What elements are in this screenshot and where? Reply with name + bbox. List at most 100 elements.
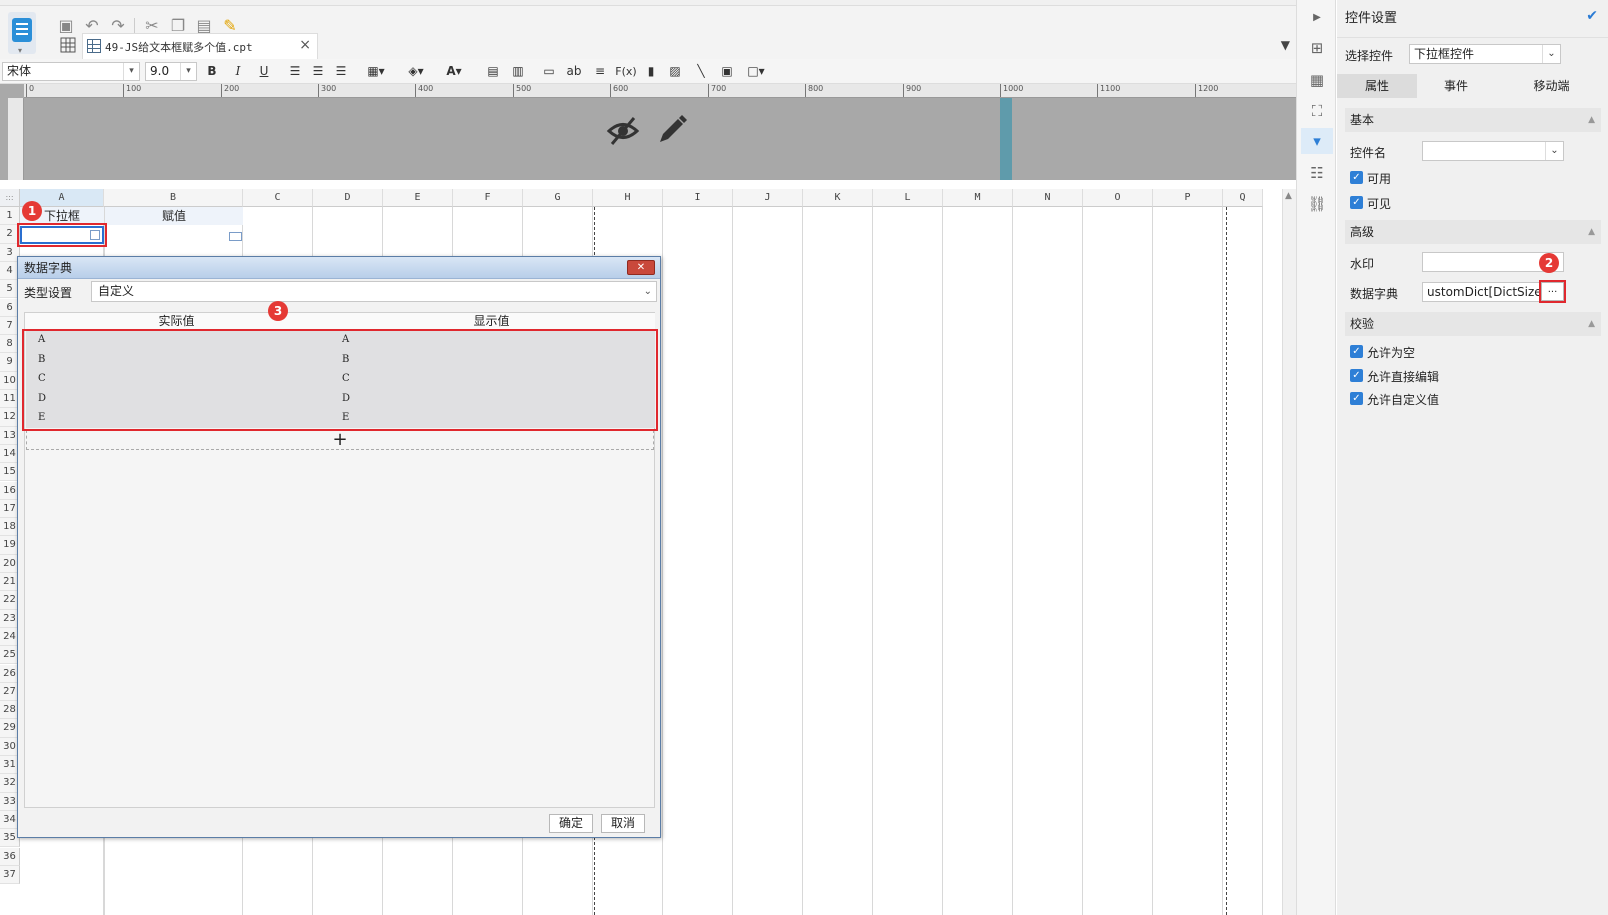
type-setting-value: 自定义 (98, 284, 135, 298)
apply-check-icon[interactable]: ✔ (1586, 8, 1598, 24)
section-title: 高级 (1350, 225, 1375, 239)
enabled-checkbox[interactable]: ✓ (1350, 171, 1363, 184)
hyperlink-icon[interactable]: ⛓ (1307, 194, 1327, 214)
align-right-icon[interactable]: ☰ (332, 63, 350, 80)
allow-edit-checkbox[interactable]: ✓ (1350, 369, 1363, 382)
widget-type-select[interactable]: 下拉框控件 ⌄ (1409, 44, 1561, 64)
align-center-icon[interactable]: ☰ (309, 63, 327, 80)
cell-b1[interactable]: 赋值 (105, 207, 243, 225)
scroll-up-icon[interactable]: ▲ (1285, 191, 1292, 201)
column-header-f[interactable]: F (453, 189, 523, 207)
collapse-arrow-icon[interactable]: ▶ (1307, 8, 1327, 28)
text-wrap-button[interactable]: ab (564, 63, 584, 80)
tab-mobile[interactable]: 移动端 (1495, 74, 1608, 98)
dialog-close-button[interactable]: ✕ (627, 260, 655, 275)
widget-type-value: 下拉框控件 (1414, 47, 1475, 61)
close-tab-icon[interactable]: × (299, 37, 311, 53)
align-left-icon[interactable]: ☰ (286, 63, 304, 80)
widget-name-label: 控件名 (1350, 146, 1387, 160)
allow-empty-label: 允许为空 (1367, 346, 1416, 360)
widget-settings-icon[interactable]: ▾ (1307, 131, 1327, 151)
toolbar-divider (134, 18, 135, 34)
insert-row-icon[interactable]: ▭ (540, 63, 558, 80)
page-edge-marker[interactable] (1000, 98, 1012, 180)
row-header-36[interactable]: 36 (0, 847, 20, 866)
condition-attribute-icon[interactable]: ☷ (1307, 163, 1327, 183)
data-dictionary-dialog: 数据字典 ✕ 类型设置 自定义 ⌄ 实际值 显示值 AA BB CC DD EE… (17, 256, 661, 838)
image-icon[interactable]: ▨ (666, 63, 684, 80)
format-toolbar: 宋体 ▾ 9.0 ▾ B I U ☰ ☰ ☰ ▦▾ ◈▾ A▾ ▤ ▥ ▭ ab ≡… (0, 59, 1300, 84)
column-header-display[interactable]: 显示值 (328, 313, 655, 330)
font-family-select[interactable]: 宋体 ▾ (2, 62, 140, 81)
report-grid-icon[interactable] (60, 37, 76, 53)
cell-element-icon[interactable]: ⊞ (1307, 38, 1327, 58)
tab-events[interactable]: 事件 (1417, 74, 1495, 98)
font-color-icon[interactable]: A▾ (440, 63, 468, 80)
merge-cells-icon[interactable]: ▤ (484, 63, 502, 80)
allow-edit-label: 允许直接编辑 (1367, 370, 1440, 384)
file-tab[interactable]: 49-JS给文本框赋多个值.cpt × (82, 33, 318, 59)
chart-icon[interactable]: ▮ (642, 63, 660, 80)
widget-name-input[interactable]: ⌄ (1422, 141, 1564, 161)
column-header-n[interactable]: N (1013, 189, 1083, 207)
app-logo[interactable]: ▾ (8, 12, 36, 55)
type-setting-select[interactable]: 自定义 ⌄ (91, 281, 657, 302)
vertical-scrollbar[interactable]: ▲ (1282, 189, 1296, 915)
formula-button[interactable]: F(x) (614, 63, 638, 80)
allow-empty-checkbox[interactable]: ✓ (1350, 345, 1363, 358)
section-advanced[interactable]: 高级 ▲ (1345, 220, 1601, 244)
column-header-d[interactable]: D (313, 189, 383, 207)
file-tab-bar: 49-JS给文本框赋多个值.cpt × ▼ (54, 33, 1300, 59)
watermark-label: 水印 (1350, 257, 1375, 271)
chevron-down-icon: ⌄ (1542, 45, 1560, 63)
edit-pencil-icon[interactable] (656, 114, 688, 146)
panel-title: 控件设置 (1337, 0, 1608, 38)
settings-icon-rail: ▶ ⊞ ▦ ⛶ ▾ ☷ ⛓ (1296, 0, 1336, 915)
column-header-i[interactable]: I (663, 189, 733, 207)
row-header-37[interactable]: 37 (0, 865, 20, 885)
visible-checkbox[interactable]: ✓ (1350, 196, 1363, 209)
allow-custom-checkbox[interactable]: ✓ (1350, 392, 1363, 405)
cell-attribute-icon[interactable]: ▦ (1307, 70, 1327, 90)
tab-menu-icon[interactable]: ▼ (1281, 38, 1290, 52)
font-size-select[interactable]: 9.0 ▾ (145, 62, 197, 81)
cell-b2-textbox-widget[interactable] (229, 232, 242, 241)
ruler-tick: 100 (123, 84, 141, 97)
column-header-p[interactable]: P (1153, 189, 1223, 207)
bold-button[interactable]: B (204, 63, 220, 80)
column-header-e[interactable]: E (383, 189, 453, 207)
grid-line (942, 207, 943, 915)
column-header-l[interactable]: L (873, 189, 943, 207)
section-basic[interactable]: 基本 ▲ (1345, 108, 1601, 132)
add-row-button[interactable]: + (26, 430, 654, 450)
subreport-icon[interactable]: ▣ (718, 63, 736, 80)
ruler-tick: 1200 (1195, 84, 1218, 97)
float-element-icon[interactable]: ⛶ (1307, 101, 1327, 121)
underline-button[interactable]: U (256, 63, 272, 80)
fill-color-icon[interactable]: ◈▾ (402, 63, 430, 80)
section-validation[interactable]: 校验 ▲ (1345, 312, 1601, 336)
cancel-button[interactable]: 取消 (601, 814, 645, 833)
column-header-m[interactable]: M (943, 189, 1013, 207)
column-header-g[interactable]: G (523, 189, 593, 207)
unmerge-cells-icon[interactable]: ▥ (509, 63, 527, 80)
column-header-j[interactable]: J (733, 189, 803, 207)
slash-icon[interactable]: ╲ (692, 63, 710, 80)
data-dict-field[interactable]: ustomDict[DictSize:5] (1422, 282, 1540, 302)
column-header-k[interactable]: K (803, 189, 873, 207)
grid-corner[interactable]: ::: (0, 189, 20, 207)
tab-properties[interactable]: 属性 (1337, 74, 1417, 98)
paragraph-icon[interactable]: ≡ (591, 63, 609, 80)
hide-eye-icon[interactable] (606, 114, 640, 148)
italic-button[interactable]: I (230, 63, 246, 80)
column-header-o[interactable]: O (1083, 189, 1153, 207)
column-header-b[interactable]: B (104, 189, 243, 207)
column-header-q[interactable]: Q (1223, 189, 1263, 207)
page-header-zone[interactable] (24, 98, 1000, 180)
border-icon[interactable]: ▦▾ (362, 63, 390, 80)
ok-button[interactable]: 确定 (549, 814, 593, 833)
column-header-c[interactable]: C (243, 189, 313, 207)
type-setting-label: 类型设置 (24, 286, 73, 300)
frame-icon[interactable]: □▾ (744, 63, 768, 80)
column-header-h[interactable]: H (593, 189, 663, 207)
